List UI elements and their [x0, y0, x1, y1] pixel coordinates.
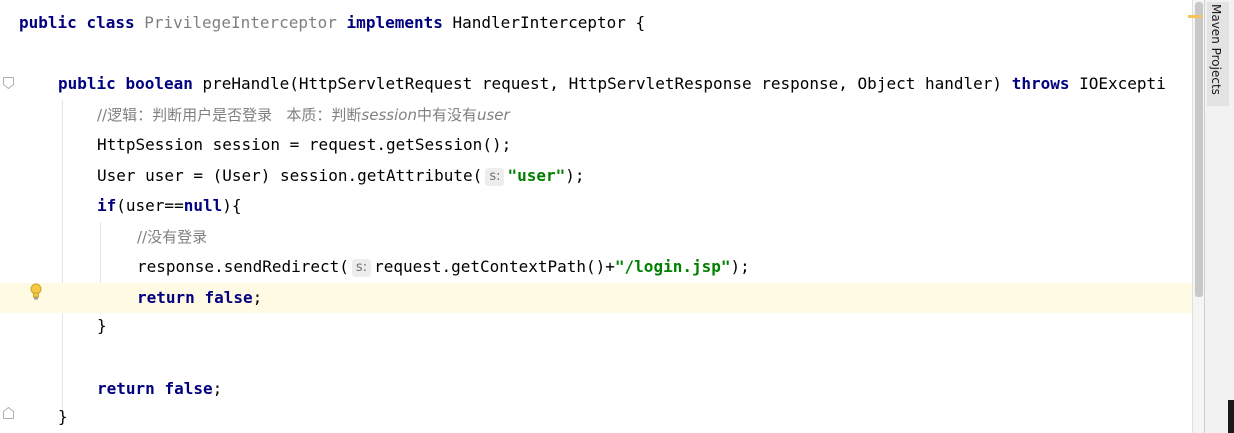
keyword: null [183, 196, 223, 215]
code-text: ; [212, 379, 223, 398]
code-text: response.sendRedirect( [137, 257, 349, 276]
keyword: implements [346, 13, 443, 32]
code-line-close-brace[interactable]: } [0, 311, 1192, 341]
code-text: HttpSession session = request.getSession… [97, 135, 512, 154]
comment-text: //没有登录 [137, 228, 208, 246]
code-text: (user== [116, 196, 184, 215]
maven-projects-tab[interactable]: Maven Projects [1207, 2, 1229, 106]
scrollbar-thumb[interactable] [1195, 2, 1203, 297]
warning-stripe-marker[interactable] [1188, 15, 1202, 18]
code-line-comment[interactable]: //逻辑：判断用户是否登录 本质：判断session中有没有user [0, 100, 1192, 130]
keyword: if [97, 196, 117, 215]
code-line-class-declaration[interactable]: public class PrivilegeInterceptor implem… [0, 8, 1192, 38]
brace: { [625, 13, 646, 32]
keyword: class [86, 13, 135, 32]
parameter-hint: s: [351, 259, 372, 277]
maven-projects-tab-label: Maven Projects [1209, 4, 1223, 95]
code-line-comment[interactable]: //没有登录 [0, 222, 1192, 252]
keyword: return [97, 379, 155, 398]
exception-name: IOExcepti [1079, 74, 1166, 93]
code-line-if[interactable]: if(user==null){ [0, 191, 1192, 221]
method-signature: preHandle(HttpServletRequest request, Ht… [202, 74, 1003, 93]
keyword: false [204, 288, 253, 307]
code-editor[interactable]: public class PrivilegeInterceptor implem… [0, 0, 1204, 433]
comment-text: session [361, 106, 417, 124]
code-text: ); [730, 257, 750, 276]
code-text: ); [565, 166, 585, 185]
code-line-close-brace[interactable]: } [0, 402, 1192, 432]
vertical-scrollbar[interactable] [1192, 0, 1204, 433]
lightbulb-icon[interactable] [28, 283, 44, 301]
code-line-return[interactable]: return false; [0, 374, 1192, 404]
comment-text: //逻辑：判断用户是否登录 本质：判断 [97, 106, 362, 124]
parameter-hint: s: [485, 168, 505, 186]
code-line-method-declaration[interactable]: public boolean preHandle(HttpServletRequ… [0, 69, 1192, 99]
keyword: public [58, 74, 116, 93]
interface-name: HandlerInterceptor [452, 13, 626, 32]
code-text: ){ [222, 196, 242, 215]
window-edge [1228, 400, 1234, 433]
code-text: request.getContextPath()+ [374, 257, 615, 276]
class-name: PrivilegeInterceptor [144, 13, 337, 32]
code-line-return-current[interactable]: return false; [0, 283, 1192, 313]
code-line-get-session[interactable]: HttpSession session = request.getSession… [0, 130, 1192, 160]
code-text: ; [252, 288, 263, 307]
string-literal: "user" [507, 166, 566, 185]
code-line-get-user[interactable]: User user = (User) session.getAttribute(… [0, 161, 1192, 191]
keyword: throws [1011, 74, 1070, 93]
string-literal: "/login.jsp" [614, 257, 731, 276]
keyword: boolean [125, 74, 193, 93]
keyword: false [164, 379, 213, 398]
comment-text: 中有没有 [416, 106, 477, 124]
comment-text: user [476, 106, 510, 124]
code-line-redirect[interactable]: response.sendRedirect(s: request.getConte… [0, 252, 1192, 282]
keyword: return [137, 288, 195, 307]
keyword: public [19, 13, 77, 32]
code-text: } [58, 407, 68, 426]
code-text: User user = (User) session.getAttribute( [97, 166, 483, 185]
code-text: } [97, 316, 107, 335]
